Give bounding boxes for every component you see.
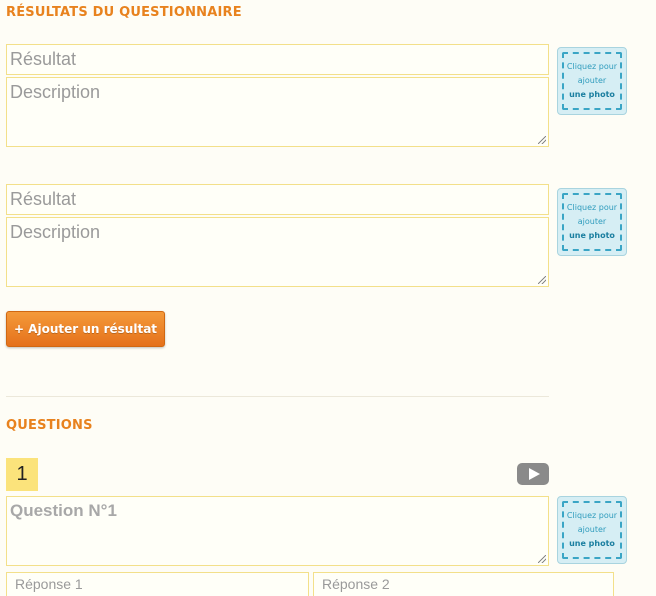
question-input[interactable]: Question N°1 [6, 496, 549, 566]
answer-1-placeholder: Réponse 1 [15, 576, 83, 592]
photo-upload-line3: une photo [569, 231, 615, 240]
result-title-placeholder: Résultat [10, 189, 77, 209]
resize-handle-icon[interactable] [538, 555, 546, 563]
photo-upload-line1: Cliquez pour [566, 511, 618, 520]
resize-handle-icon[interactable] [538, 276, 546, 284]
photo-upload-line2: ajouter [577, 217, 607, 226]
result-description-placeholder: Description [10, 222, 101, 242]
result-description-input[interactable]: Description [6, 217, 549, 287]
resize-handle-icon[interactable] [538, 136, 546, 144]
photo-upload-line2: ajouter [577, 525, 607, 534]
result-title-input[interactable]: Résultat [6, 184, 549, 215]
add-result-button[interactable]: + Ajouter un résultat [6, 311, 165, 347]
photo-upload-dashed-area: Cliquez pour ajouter une photo [562, 52, 622, 110]
photo-upload-line1: Cliquez pour [566, 62, 618, 71]
photo-upload-line3: une photo [569, 539, 615, 548]
photo-upload-dashed-area: Cliquez pour ajouter une photo [562, 501, 622, 559]
photo-upload-button[interactable]: Cliquez pour ajouter une photo [557, 188, 627, 256]
section-divider [6, 396, 549, 397]
photo-upload-button[interactable]: Cliquez pour ajouter une photo [557, 47, 627, 115]
photo-upload-line2: ajouter [577, 76, 607, 85]
photo-upload-button[interactable]: Cliquez pour ajouter une photo [557, 496, 627, 564]
answer-1-input[interactable]: Réponse 1 [6, 572, 309, 596]
result-description-placeholder: Description [10, 82, 101, 102]
question-number-badge: 1 [6, 458, 38, 491]
questions-section-title: QUESTIONS [6, 418, 93, 433]
answer-2-placeholder: Réponse 2 [322, 576, 390, 592]
result-title-placeholder: Résultat [10, 49, 77, 69]
results-section-title: RÉSULTATS DU QUESTIONNAIRE [6, 5, 242, 20]
result-title-input[interactable]: Résultat [6, 44, 549, 75]
photo-upload-line3: une photo [569, 90, 615, 99]
answer-2-input[interactable]: Réponse 2 [313, 572, 614, 596]
photo-upload-line1: Cliquez pour [566, 203, 618, 212]
question-placeholder: Question N°1 [10, 501, 117, 520]
play-icon[interactable] [517, 463, 549, 485]
photo-upload-dashed-area: Cliquez pour ajouter une photo [562, 193, 622, 251]
result-description-input[interactable]: Description [6, 77, 549, 147]
